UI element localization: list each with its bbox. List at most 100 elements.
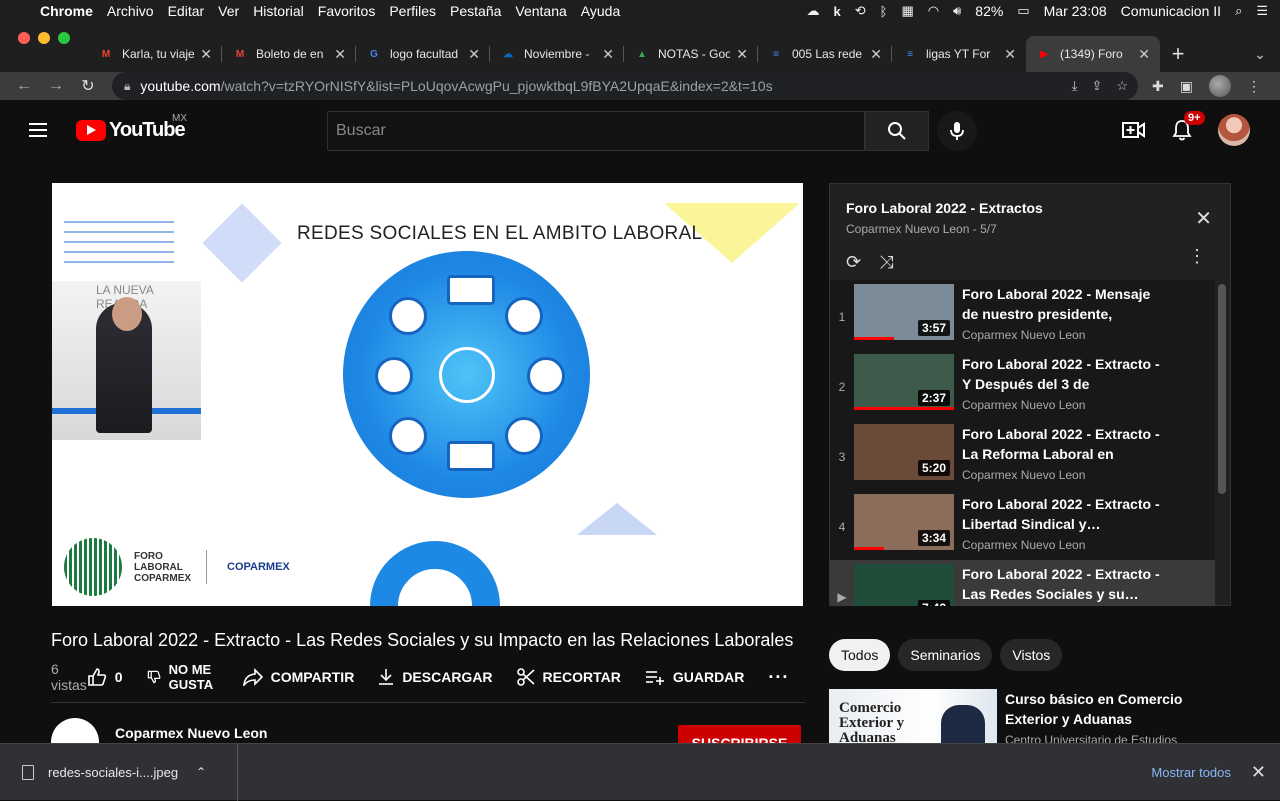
close-tab-icon[interactable]: ✕ — [870, 46, 882, 63]
profile-avatar-small[interactable] — [1208, 75, 1231, 97]
playlist-thumbnail[interactable]: 7:42 — [854, 564, 954, 606]
tab-search-chevron-icon[interactable]: ⌄ — [1240, 36, 1280, 72]
loop-icon[interactable]: ⟳ — [846, 252, 861, 273]
playlist-item-title[interactable]: Foro Laboral 2022 - Mensaje de nuestro p… — [962, 284, 1162, 324]
extensions-puzzle-icon[interactable]: ✚ — [1152, 78, 1164, 95]
chrome-menu-icon[interactable]: ⋮ — [1247, 78, 1261, 95]
close-tab-icon[interactable]: ✕ — [602, 46, 614, 63]
playlist-scrollbar[interactable] — [1218, 284, 1226, 494]
playlist-item[interactable]: 4 3:34 Foro Laboral 2022 - Extracto - Libe… — [830, 490, 1215, 560]
playlist-thumbnail[interactable]: 3:57 — [854, 284, 954, 340]
chip-seminarios[interactable]: Seminarios — [898, 639, 993, 671]
forward-arrow-icon[interactable]: → — [40, 77, 72, 95]
control-center-icon[interactable]: ☰ — [1256, 3, 1268, 19]
close-tab-icon[interactable]: ✕ — [736, 46, 748, 63]
menu-archivo[interactable]: Archivo — [107, 3, 164, 19]
browser-tab[interactable]: Glogo facultad ✕ — [356, 36, 490, 72]
time-machine-icon[interactable]: ⟲ — [855, 3, 866, 19]
wifi-icon[interactable]: ◠ — [928, 3, 939, 19]
menu-ver[interactable]: Ver — [218, 3, 249, 19]
download-item[interactable]: redes-sociales-i....jpeg ⌃ — [0, 743, 238, 801]
clip-button[interactable]: RECORTAR — [516, 668, 621, 686]
close-window-button[interactable] — [18, 32, 30, 44]
playlist-item-title[interactable]: Foro Laboral 2022 - Extracto - Libertad … — [962, 494, 1162, 534]
playlist-item-title[interactable]: Foro Laboral 2022 - Extracto - Las Redes… — [962, 564, 1162, 604]
browser-tab[interactable]: ≡ 005 Las rede ✕ — [758, 36, 892, 72]
menu-ventana[interactable]: Ventana — [515, 3, 576, 19]
playlist-title[interactable]: Foro Laboral 2022 - Extractos — [846, 200, 1214, 216]
chevron-up-icon[interactable]: ⌃ — [196, 765, 206, 779]
browser-tab[interactable]: M Karla, tu viaje ✕ — [88, 36, 222, 72]
menu-historial[interactable]: Historial — [253, 3, 314, 19]
close-download-shelf-icon[interactable]: ✕ — [1251, 762, 1266, 783]
browser-tab[interactable]: ☁ Noviembre - ✕ — [490, 36, 624, 72]
youtube-logo[interactable]: YouTube MX — [76, 113, 187, 142]
channel-name[interactable]: Coparmex Nuevo Leon — [115, 725, 267, 741]
playlist-item-title[interactable]: Foro Laboral 2022 - Extracto - Y Después… — [962, 354, 1162, 394]
browser-tab[interactable]: M Boleto de en ✕ — [222, 36, 356, 72]
close-tab-icon[interactable]: ✕ — [1004, 46, 1016, 63]
notifications-button[interactable]: 9+ — [1158, 111, 1206, 141]
k-app-icon[interactable]: k — [834, 4, 841, 19]
menu-perfiles[interactable]: Perfiles — [389, 3, 446, 19]
voice-search-button[interactable] — [937, 111, 977, 151]
install-icon[interactable]: ⤓ — [1072, 78, 1078, 94]
close-tab-icon[interactable]: ✕ — [468, 46, 480, 63]
playlist-item[interactable]: 1 3:57 Foro Laboral 2022 - Mensaje de nues… — [830, 280, 1215, 350]
download-button[interactable]: DESCARGAR — [378, 668, 493, 686]
reload-icon[interactable]: ↻ — [72, 76, 104, 96]
recommended-thumbnail[interactable]: Comercio Exterior y Aduanas — [829, 689, 997, 745]
address-bar[interactable]: 🔒︎ youtube.com /watch?v=tzRYOrNISfY&list… — [112, 72, 1138, 100]
show-all-button[interactable]: Mostrar todos — [1151, 765, 1230, 780]
chip-todos[interactable]: Todos — [829, 639, 891, 671]
back-arrow-icon[interactable]: ← — [8, 77, 40, 95]
bookmark-star-icon[interactable]: ☆ — [1116, 78, 1128, 94]
clock[interactable]: Mar 23:08 — [1044, 3, 1107, 19]
playlist-more-icon[interactable]: ⋮ — [1188, 246, 1206, 267]
close-playlist-icon[interactable]: ✕ — [1195, 206, 1212, 231]
share-button[interactable]: COMPARTIR — [242, 668, 354, 686]
zoom-window-button[interactable] — [58, 32, 70, 44]
recommended-title[interactable]: Curso básico en Comercio Exterior y Adua… — [1005, 689, 1205, 729]
volume-icon[interactable]: 🔊︎ — [953, 3, 961, 19]
browser-tab[interactable]: ▲ NOTAS - Goo ✕ — [624, 36, 758, 72]
chip-vistos[interactable]: Vistos — [1000, 639, 1063, 671]
save-button[interactable]: GUARDAR — [645, 669, 744, 685]
playlist-item-title[interactable]: Foro Laboral 2022 - Extracto - La Reform… — [962, 424, 1162, 464]
bluetooth-icon[interactable]: ᛒ — [880, 4, 888, 19]
browser-tab[interactable]: ▶ (1349) Foro ✕ — [1026, 36, 1160, 72]
lock-icon[interactable]: 🔒︎ — [124, 79, 130, 94]
playlist-thumbnail[interactable]: 2:37 — [854, 354, 954, 410]
playlist-item[interactable]: ▶ 7:42 Foro Laboral 2022 - Extracto - Las … — [830, 560, 1215, 606]
battery-icon[interactable]: ▭ — [1017, 3, 1029, 19]
keyboard-icon[interactable]: ▦ — [901, 3, 913, 19]
playlist-item[interactable]: 2 2:37 Foro Laboral 2022 - Extracto - Y De… — [830, 350, 1215, 420]
create-video-button[interactable] — [1110, 120, 1158, 140]
playlist-thumbnail[interactable]: 5:20 — [854, 424, 954, 480]
close-tab-icon[interactable]: ✕ — [334, 46, 346, 63]
playlist-thumbnail[interactable]: 3:34 — [854, 494, 954, 550]
close-tab-icon[interactable]: ✕ — [200, 46, 212, 63]
video-player[interactable]: REDES SOCIALES EN EL AMBITO LABORAL LA N… — [52, 183, 803, 606]
account-avatar[interactable] — [1218, 114, 1250, 146]
minimize-window-button[interactable] — [38, 32, 50, 44]
like-button[interactable]: 0 — [87, 667, 123, 687]
share-icon[interactable]: ⇪ — [1091, 78, 1102, 94]
search-button[interactable] — [865, 111, 929, 151]
hamburger-menu-icon[interactable] — [0, 129, 76, 131]
spotlight-search-icon[interactable]: ⌕ — [1235, 3, 1242, 19]
menu-app-name[interactable]: Chrome — [40, 3, 103, 19]
dislike-button[interactable]: NO ME GUSTA — [147, 662, 219, 692]
side-panel-icon[interactable]: ▣ — [1180, 78, 1193, 95]
menu-editar[interactable]: Editar — [168, 3, 215, 19]
menu-pestana[interactable]: Pestaña — [450, 3, 511, 19]
menu-ayuda[interactable]: Ayuda — [581, 3, 630, 19]
creative-cloud-icon[interactable]: ☁ — [807, 3, 820, 19]
new-tab-button[interactable]: + — [1160, 36, 1196, 72]
more-actions-icon[interactable]: ··· — [768, 667, 789, 688]
search-input[interactable]: Buscar — [327, 111, 865, 151]
user-name[interactable]: Comunicacion II — [1121, 3, 1221, 19]
playlist-item[interactable]: 3 5:20 Foro Laboral 2022 - Extracto - La R… — [830, 420, 1215, 490]
browser-tab[interactable]: ≡ ligas YT For ✕ — [892, 36, 1026, 72]
menu-favoritos[interactable]: Favoritos — [318, 3, 386, 19]
